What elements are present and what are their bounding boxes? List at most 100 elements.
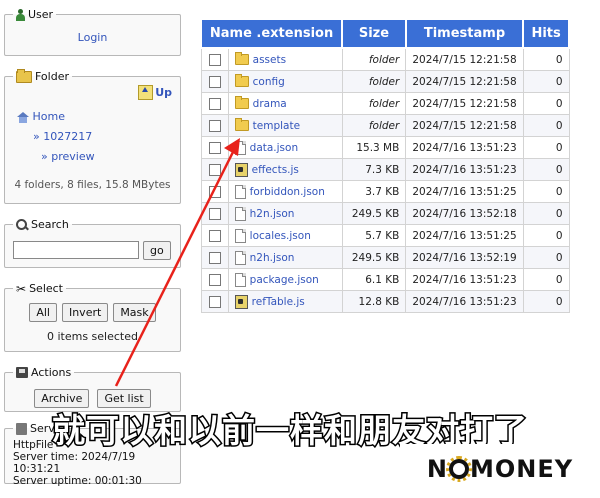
row-checkbox[interactable]	[208, 119, 221, 132]
row-checkbox[interactable]	[208, 163, 221, 176]
row-name-cell: h2n.json	[227, 202, 343, 225]
row-checkbox[interactable]	[208, 97, 221, 110]
row-name-cell: refTable.js	[227, 290, 343, 313]
save-icon	[16, 367, 28, 378]
folder-icon	[234, 96, 249, 109]
row-checkbox-cell	[200, 290, 229, 313]
file-name-link[interactable]: n2h.json	[250, 252, 295, 264]
row-checkbox[interactable]	[208, 229, 221, 242]
file-name-link[interactable]: locales.json	[250, 230, 311, 242]
folder-legend: Folder	[13, 68, 72, 83]
column-header-timestamp[interactable]: Timestamp	[404, 18, 525, 49]
file-icon	[234, 228, 246, 243]
table-row[interactable]: drama folder 2024/7/15 12:21:58 0	[200, 92, 570, 115]
row-checkbox-cell	[200, 180, 229, 203]
select-all-button[interactable]: All	[29, 303, 57, 322]
file-icon	[234, 184, 246, 199]
column-header-size[interactable]: Size	[341, 18, 407, 49]
logo-right-text: MONEY	[469, 455, 574, 483]
table-row[interactable]: n2h.json 249.5 KB 2024/7/16 13:52:19 0	[200, 246, 570, 269]
home-link[interactable]: Home	[33, 110, 65, 123]
row-checkbox[interactable]	[208, 207, 221, 220]
row-checkbox[interactable]	[208, 53, 221, 66]
table-row[interactable]: package.json 6.1 KB 2024/7/16 13:51:23 0	[200, 268, 570, 291]
file-icon	[234, 250, 246, 265]
table-row[interactable]: effects.js 7.3 KB 2024/7/16 13:51:23 0	[200, 158, 570, 181]
row-checkbox[interactable]	[208, 273, 221, 286]
column-header-hits[interactable]: Hits	[522, 18, 570, 49]
file-icon	[234, 140, 246, 155]
breadcrumb-1027217[interactable]: » 1027217	[33, 130, 92, 143]
file-name-link[interactable]: refTable.js	[252, 296, 305, 308]
actions-legend: Actions	[13, 366, 74, 379]
row-hits: 0	[522, 268, 570, 291]
up-button[interactable]: Up	[138, 85, 172, 100]
file-name-link[interactable]: assets	[253, 54, 286, 66]
table-row[interactable]: data.json 15.3 MB 2024/7/16 13:51:23 0	[200, 136, 570, 159]
file-name-link[interactable]: template	[253, 120, 300, 132]
row-timestamp: 2024/7/16 13:52:18	[405, 202, 524, 225]
folder-icon	[234, 74, 249, 87]
script-file-icon	[234, 162, 248, 177]
column-header-name[interactable]: Name .extension	[199, 18, 344, 49]
row-checkbox-cell	[200, 224, 229, 247]
row-timestamp: 2024/7/16 13:51:25	[405, 180, 524, 203]
row-checkbox-cell	[200, 268, 229, 291]
file-name-link[interactable]: config	[253, 76, 285, 88]
up-arrow-icon	[138, 85, 154, 100]
file-icon	[234, 206, 246, 221]
up-label: Up	[155, 86, 172, 99]
row-size: 12.8 KB	[341, 290, 407, 313]
file-name-link[interactable]: h2n.json	[250, 208, 295, 220]
row-checkbox[interactable]	[208, 141, 221, 154]
file-name-link[interactable]: drama	[253, 98, 287, 110]
table-row[interactable]: locales.json 5.7 KB 2024/7/16 13:51:25 0	[200, 224, 570, 247]
file-name-link[interactable]: effects.js	[252, 164, 299, 176]
row-name-cell: template	[227, 114, 343, 137]
folder-icon	[234, 52, 249, 65]
select-panel: ✂ Select All Invert Mask 0 items selecte…	[4, 282, 181, 352]
server-uptime: Server uptime: 00:01:30	[13, 475, 142, 487]
row-hits: 0	[522, 246, 570, 269]
table-row[interactable]: assets folder 2024/7/15 12:21:58 0	[200, 47, 570, 71]
file-name-link[interactable]: package.json	[250, 274, 319, 286]
table-row[interactable]: h2n.json 249.5 KB 2024/7/16 13:52:18 0	[200, 202, 570, 225]
row-checkbox[interactable]	[208, 185, 221, 198]
row-size: folder	[341, 70, 407, 93]
table-row[interactable]: template folder 2024/7/15 12:21:58 0	[200, 114, 570, 137]
search-icon	[16, 218, 28, 231]
row-hits: 0	[522, 47, 570, 71]
search-legend: Search	[13, 218, 72, 231]
row-size: 5.7 KB	[341, 224, 407, 247]
row-size: 3.7 KB	[341, 180, 407, 203]
row-checkbox-cell	[200, 158, 229, 181]
row-checkbox[interactable]	[208, 295, 221, 308]
search-go-button[interactable]: go	[143, 241, 171, 260]
row-checkbox-cell	[200, 246, 229, 269]
invert-button[interactable]: Invert	[61, 303, 109, 322]
breadcrumb-preview[interactable]: » preview	[41, 150, 95, 163]
file-name-link[interactable]: data.json	[250, 142, 298, 154]
row-checkbox[interactable]	[208, 75, 221, 88]
row-name-cell: config	[227, 70, 343, 93]
table-row[interactable]: forbiddon.json 3.7 KB 2024/7/16 13:51:25 0	[200, 180, 570, 203]
file-name-link[interactable]: forbiddon.json	[250, 186, 325, 198]
server-icon	[16, 422, 27, 435]
search-input[interactable]	[13, 241, 139, 259]
server-time: Server time: 2024/7/19 10:31:21	[13, 451, 136, 475]
row-hits: 0	[522, 114, 570, 137]
row-timestamp: 2024/7/15 12:21:58	[405, 70, 524, 93]
user-legend: User	[13, 8, 56, 21]
row-size: 6.1 KB	[341, 268, 407, 291]
row-name-cell: assets	[227, 47, 343, 71]
table-row[interactable]: config folder 2024/7/15 12:21:58 0	[200, 70, 570, 93]
table-row[interactable]: refTable.js 12.8 KB 2024/7/16 13:51:23 0	[200, 290, 570, 313]
mask-button[interactable]: Mask	[113, 303, 156, 322]
login-link[interactable]: Login	[78, 31, 108, 44]
row-size: 249.5 KB	[341, 202, 407, 225]
row-hits: 0	[522, 180, 570, 203]
row-timestamp: 2024/7/16 13:52:19	[405, 246, 524, 269]
row-checkbox-cell	[200, 202, 229, 225]
user-icon	[16, 8, 25, 21]
row-checkbox[interactable]	[208, 251, 221, 264]
